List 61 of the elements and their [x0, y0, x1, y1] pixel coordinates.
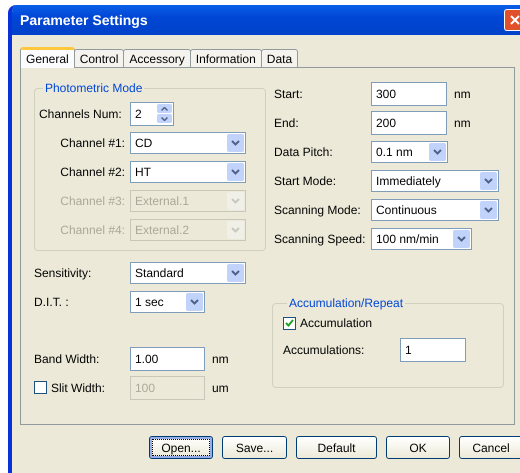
- dropdown[interactable]: HT: [130, 160, 246, 182]
- window-title: Parameter Settings: [20, 12, 148, 28]
- tab[interactable]: Information: [190, 49, 262, 68]
- checkmark-icon: [285, 319, 294, 327]
- tab[interactable]: Data: [260, 49, 298, 68]
- unit-label: nm: [212, 352, 229, 366]
- field-label: Scanning Mode:: [274, 202, 362, 216]
- dropdown[interactable]: 100 nm/min: [371, 228, 472, 250]
- field-label: Start Mode:: [274, 174, 338, 188]
- chevron-down-icon: [484, 178, 493, 184]
- field-label: End:: [274, 116, 300, 130]
- field-label: Sensitivity:: [34, 266, 92, 280]
- dialog-button[interactable]: Save...: [222, 436, 287, 459]
- dialog-button[interactable]: OK: [386, 436, 450, 459]
- field-label: Channel #1:: [59, 136, 126, 150]
- field-label: Start:: [274, 86, 304, 100]
- checkbox-label: Slit Width:: [51, 380, 106, 394]
- chevron-down-icon: [433, 148, 442, 154]
- chevron-down-icon: [484, 206, 493, 212]
- checkbox[interactable]: [283, 316, 296, 330]
- field-label: Scanning Speed:: [274, 232, 366, 246]
- dialog-button[interactable]: Cancel: [459, 436, 520, 459]
- input-field[interactable]: 1: [400, 338, 466, 362]
- group-title: Accumulation/Repeat: [288, 296, 404, 310]
- chevron-down-icon: [190, 298, 199, 304]
- chevron-down-icon: [457, 236, 466, 242]
- dialog-button[interactable]: Default: [296, 436, 377, 459]
- field-label: Accumulations:: [283, 343, 366, 357]
- dropdown[interactable]: 0.1 nm: [371, 140, 448, 162]
- field-label: Channel #2:: [59, 164, 126, 178]
- input-field[interactable]: 1.00: [130, 346, 205, 370]
- chevron-down-icon: [231, 168, 240, 174]
- chevron-down-icon: [231, 270, 240, 276]
- tab[interactable]: Accessory: [123, 49, 191, 68]
- dialog-button[interactable]: Open...: [149, 436, 213, 459]
- close-button[interactable]: [504, 9, 520, 31]
- dropdown[interactable]: Standard: [130, 262, 246, 284]
- dropdown[interactable]: Immediately: [371, 170, 499, 192]
- input-field[interactable]: 200: [371, 110, 447, 134]
- chevron-down-icon: [231, 198, 240, 204]
- field-label: Band Width:: [34, 352, 100, 366]
- dropdown[interactable]: CD: [130, 132, 246, 154]
- tab[interactable]: General: [20, 47, 75, 68]
- field-label: Data Pitch:: [274, 144, 334, 158]
- unit-label: nm: [454, 116, 471, 130]
- input-field[interactable]: 300: [371, 82, 447, 106]
- field-label: Channel #4:: [59, 222, 126, 236]
- close-icon: [510, 15, 520, 25]
- tab[interactable]: Control: [74, 49, 124, 68]
- chevron-down-icon: [231, 226, 240, 232]
- chevron-down-icon: [231, 140, 240, 146]
- dropdown[interactable]: 1 sec: [130, 290, 205, 312]
- field-label: Channels Num:: [39, 106, 123, 120]
- unit-label: um: [212, 380, 229, 394]
- checkbox-label: Accumulation: [300, 316, 374, 330]
- group-title: Photometric Mode: [44, 81, 144, 95]
- field-label: Channel #3:: [59, 194, 126, 208]
- field-label: D.I.T. :: [34, 294, 70, 308]
- unit-label: nm: [454, 86, 471, 100]
- dropdown[interactable]: Continuous: [371, 198, 499, 220]
- spin-field[interactable]: 2: [130, 102, 174, 126]
